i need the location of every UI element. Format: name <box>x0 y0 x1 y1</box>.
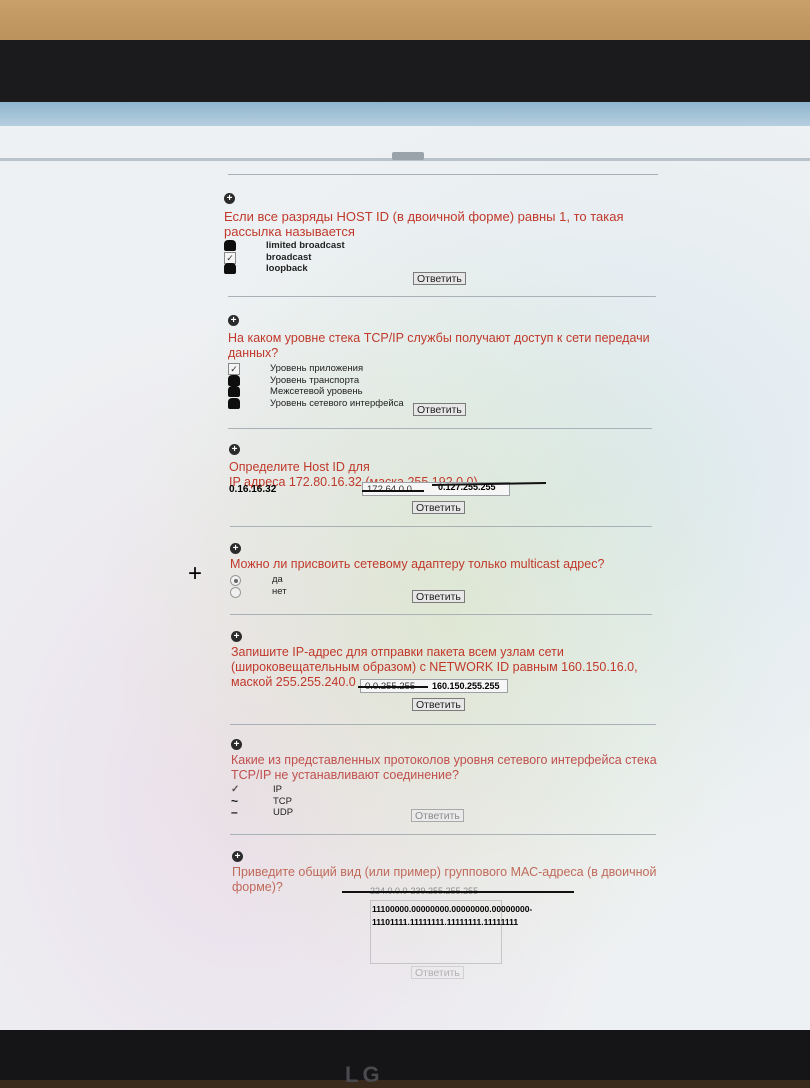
monitor-bottom-bezel <box>0 1030 810 1080</box>
radio-button[interactable] <box>230 586 241 598</box>
expand-icon[interactable]: + <box>231 631 242 642</box>
strikethrough-mark <box>342 891 574 893</box>
scribble-mark <box>228 386 240 397</box>
submit-button[interactable]: Ответить <box>412 501 465 514</box>
option-2[interactable]: ~ TCP <box>231 795 661 808</box>
handwritten-answer-line1: 11100000.00000000.00000000.00000000- <box>372 904 533 914</box>
question-6: + Какие из представленных протоколов уро… <box>231 734 661 819</box>
option-1[interactable]: ✓ Уровень приложения <box>228 363 658 375</box>
handwritten-answer: 0.16.16.32 <box>229 484 277 495</box>
quiz-content: + Если все разряды HOST ID (в двоичной ф… <box>0 102 810 1030</box>
question-divider <box>230 834 656 835</box>
option-2[interactable]: Уровень транспорта <box>228 374 658 387</box>
expand-icon[interactable]: + <box>229 444 240 455</box>
submit-button[interactable]: Ответить <box>412 590 465 603</box>
handwritten-answer: 160.150.255.255 <box>432 681 500 691</box>
submit-button[interactable]: Ответить <box>413 272 466 285</box>
question-2: + На каком уровне стека TCP/IP службы по… <box>228 310 658 409</box>
checkbox[interactable]: ✓ <box>228 363 240 375</box>
handwritten-answer-line2: 11101111.11111111.11111111.11111111 <box>372 917 519 927</box>
question-text: На каком уровне стека TCP/IP службы полу… <box>228 331 650 360</box>
question-text: Можно ли присвоить сетевому адаптеру тол… <box>230 557 605 571</box>
question-text: Какие из представленных протоколов уровн… <box>231 753 657 782</box>
submit-button[interactable]: Ответить <box>412 698 465 711</box>
scribble-mark <box>224 240 236 251</box>
radio-button[interactable] <box>230 575 241 586</box>
submit-button[interactable]: Ответить <box>411 966 464 979</box>
expand-icon[interactable]: + <box>231 739 242 750</box>
monitor-logo: LG <box>345 1062 384 1087</box>
monitor-screen: + Если все разряды HOST ID (в двоичной ф… <box>0 102 810 1030</box>
scribble-mark <box>224 263 236 274</box>
submit-button[interactable]: Ответить <box>413 403 466 416</box>
expand-icon[interactable]: + <box>228 315 239 326</box>
checkbox[interactable]: ✓ <box>224 251 236 264</box>
question-1: + Если все разряды HOST ID (в двоичной ф… <box>224 188 654 275</box>
option-2[interactable]: ✓ broadcast <box>224 251 654 264</box>
option-1[interactable]: limited broadcast <box>224 240 654 252</box>
question-text: Если все разряды HOST ID (в двоичной фор… <box>224 209 624 239</box>
expand-icon[interactable]: + <box>224 193 235 204</box>
submit-button[interactable]: Ответить <box>411 809 464 822</box>
question-4: + Можно ли присвоить сетевому адаптеру т… <box>230 538 660 598</box>
scribble-mark <box>228 374 240 386</box>
question-divider <box>228 428 652 429</box>
scribble-mark <box>228 397 240 409</box>
question-divider <box>230 526 652 527</box>
option-1[interactable]: ✓ IP <box>231 784 661 796</box>
strikethrough-mark <box>358 686 428 688</box>
expand-icon[interactable]: + <box>230 543 241 554</box>
handwritten-plus-mark: + <box>188 560 203 587</box>
question-divider <box>228 174 658 175</box>
option-3[interactable]: Межсетевой уровень <box>228 386 658 398</box>
question-text-line1: Определите Host ID для <box>229 460 370 474</box>
question-divider <box>230 614 652 615</box>
question-divider <box>228 296 656 297</box>
question-divider <box>230 724 656 725</box>
options-list: limited broadcast ✓ broadcast loopback <box>224 240 654 275</box>
expand-icon[interactable]: + <box>232 851 243 862</box>
strikethrough-mark <box>362 490 424 492</box>
scribble-mark: – <box>231 805 238 819</box>
option-1[interactable]: да <box>230 574 660 586</box>
